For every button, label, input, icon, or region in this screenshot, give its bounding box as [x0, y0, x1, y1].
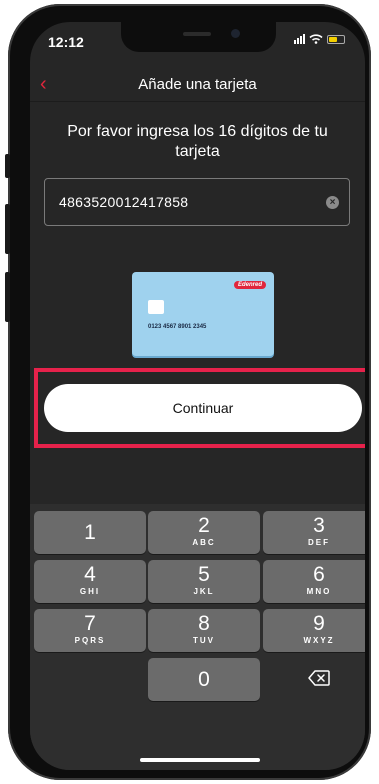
- key-1[interactable]: 1: [34, 511, 146, 554]
- clear-circle-icon[interactable]: ×: [326, 196, 339, 209]
- key-8[interactable]: 8 TUV: [148, 609, 260, 652]
- camera: [231, 29, 240, 38]
- key-digit: 2: [198, 514, 210, 537]
- delete-key[interactable]: [263, 658, 365, 701]
- key-digit: 1: [84, 521, 96, 544]
- instruction-text: Por favor ingresa los 16 dígitos de tu t…: [67, 123, 328, 160]
- key-letters: DEF: [308, 538, 330, 547]
- continue-button[interactable]: Continuar: [44, 384, 362, 432]
- key-5[interactable]: 5 JKL: [148, 560, 260, 603]
- key-6[interactable]: 6 MNO: [263, 560, 365, 603]
- edenred-logo: Edenred: [233, 281, 266, 289]
- card-number-field[interactable]: 4863520012417858 ×: [44, 178, 350, 226]
- speaker: [183, 32, 211, 36]
- key-letters: GHI: [79, 587, 101, 596]
- card-illustration: Edenred 0123 4567 8901 2345: [132, 272, 274, 356]
- key-letters: ABC: [192, 538, 216, 547]
- key-7[interactable]: 7 PQRS: [34, 609, 146, 652]
- volume-up-button: [5, 204, 10, 254]
- key-digit: 9: [313, 612, 325, 635]
- key-letters: TUV: [193, 636, 215, 645]
- key-digit: 3: [313, 514, 325, 537]
- key-letters: PQRS: [74, 636, 106, 645]
- notch: [121, 22, 276, 52]
- key-digit: 8: [198, 612, 210, 635]
- home-indicator[interactable]: [140, 758, 260, 762]
- card-number-value: 4863520012417858: [59, 194, 189, 210]
- volume-down-button: [5, 272, 10, 322]
- screen: 12:12 ‹ Añade una tarjeta Por favor ingr…: [30, 22, 365, 770]
- key-digit: 6: [313, 563, 325, 586]
- page-title: Añade una tarjeta: [138, 76, 257, 93]
- key-digit: 7: [84, 612, 96, 635]
- key-2[interactable]: 2 ABC: [148, 511, 260, 554]
- card-sample-number: 0123 4567 8901 2345: [148, 324, 207, 330]
- key-3[interactable]: 3 DEF: [263, 511, 365, 554]
- key-letters: MNO: [306, 587, 332, 596]
- wifi-icon: [309, 34, 323, 44]
- status-time: 12:12: [48, 34, 84, 50]
- nav-bar: ‹ Añade una tarjeta: [30, 66, 365, 102]
- status-icons: [294, 34, 345, 44]
- key-9[interactable]: 9 WXYZ: [263, 609, 365, 652]
- key-digit: 0: [198, 668, 210, 691]
- key-digit: 5: [198, 563, 210, 586]
- key-4[interactable]: 4 GHI: [34, 560, 146, 603]
- mute-switch: [5, 154, 10, 178]
- card-chip: [148, 300, 164, 314]
- key-letters: WXYZ: [303, 636, 335, 645]
- numeric-keypad: 1 2 ABC 3 DEF 4 GHI 5 JKL 6 MNO 7 PQRS 8…: [30, 504, 365, 770]
- phone-frame: 12:12 ‹ Añade una tarjeta Por favor ingr…: [5, 4, 371, 780]
- signal-icon: [294, 34, 305, 44]
- key-letters: JKL: [193, 587, 215, 596]
- battery-icon: [327, 34, 345, 44]
- key-0[interactable]: 0: [148, 658, 260, 701]
- backspace-icon: [308, 670, 330, 686]
- key-digit: 4: [84, 563, 96, 586]
